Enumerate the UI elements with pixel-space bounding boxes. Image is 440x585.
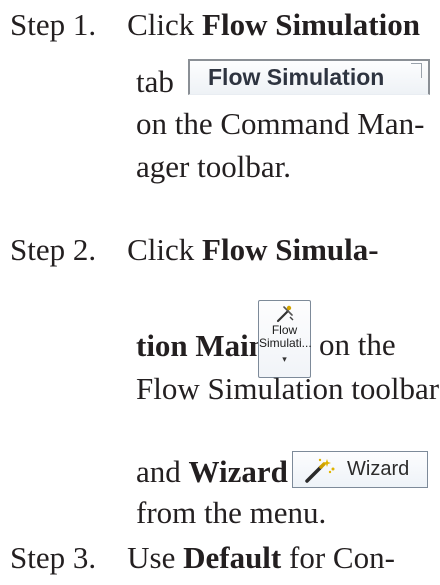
step2-and-text: and [136, 454, 189, 489]
flow-simulation-icon [276, 305, 293, 323]
wizard-button[interactable]: Wizard [292, 451, 428, 488]
step1-line1: Step 1. Click Flow Simulation [10, 6, 420, 44]
step1-line4: ager toolbar. [136, 149, 291, 184]
step1-line3: on the Command Man- [136, 106, 425, 141]
wizard-button-label: Wizard [347, 458, 410, 480]
step3-label: Step 3. [10, 540, 97, 575]
flow-simulation-tab-label: Flow Simulation [208, 64, 385, 90]
step2-on-the: on the [319, 327, 396, 362]
step2-wizard-text: Wizard [188, 454, 288, 489]
step3-for-con-text: for Con- [281, 540, 395, 575]
step2-line3: Flow Simulation toolbar [136, 371, 440, 406]
step1-label: Step 1. [10, 7, 97, 42]
step2-tion-main-text: tion Main [136, 328, 267, 363]
flow-simulation-tab[interactable]: Flow Simulation [188, 59, 430, 95]
step3-use-text: Use [127, 540, 184, 575]
step1-tab-word: tab [136, 64, 174, 99]
flow-simulation-main-button[interactable]: Flow Simulati... ▾ [258, 300, 312, 378]
wizard-wand-icon [305, 458, 335, 483]
step1-click-text: Click [127, 7, 203, 42]
step1-flow-simulation-text: Flow Simulation [202, 7, 420, 42]
flow-simulation-button-label: Flow Simulati... [259, 323, 312, 350]
step2-line1: Step 2. Click Flow Simula- [10, 231, 379, 269]
chevron-down-icon: ▾ [282, 354, 287, 364]
step3-default-text: Default [183, 540, 282, 575]
step2-line5: from the menu. [136, 495, 327, 530]
step3-line1: Step 3. Use Default for Con- [10, 539, 395, 577]
step2-click-text: Click [127, 232, 203, 267]
step2-line4: and Wizard [136, 453, 288, 491]
step2-label: Step 2. [10, 232, 97, 267]
step2-flow-simula-text: Flow Simula- [202, 232, 379, 267]
tab-corner-decoration [411, 63, 422, 78]
